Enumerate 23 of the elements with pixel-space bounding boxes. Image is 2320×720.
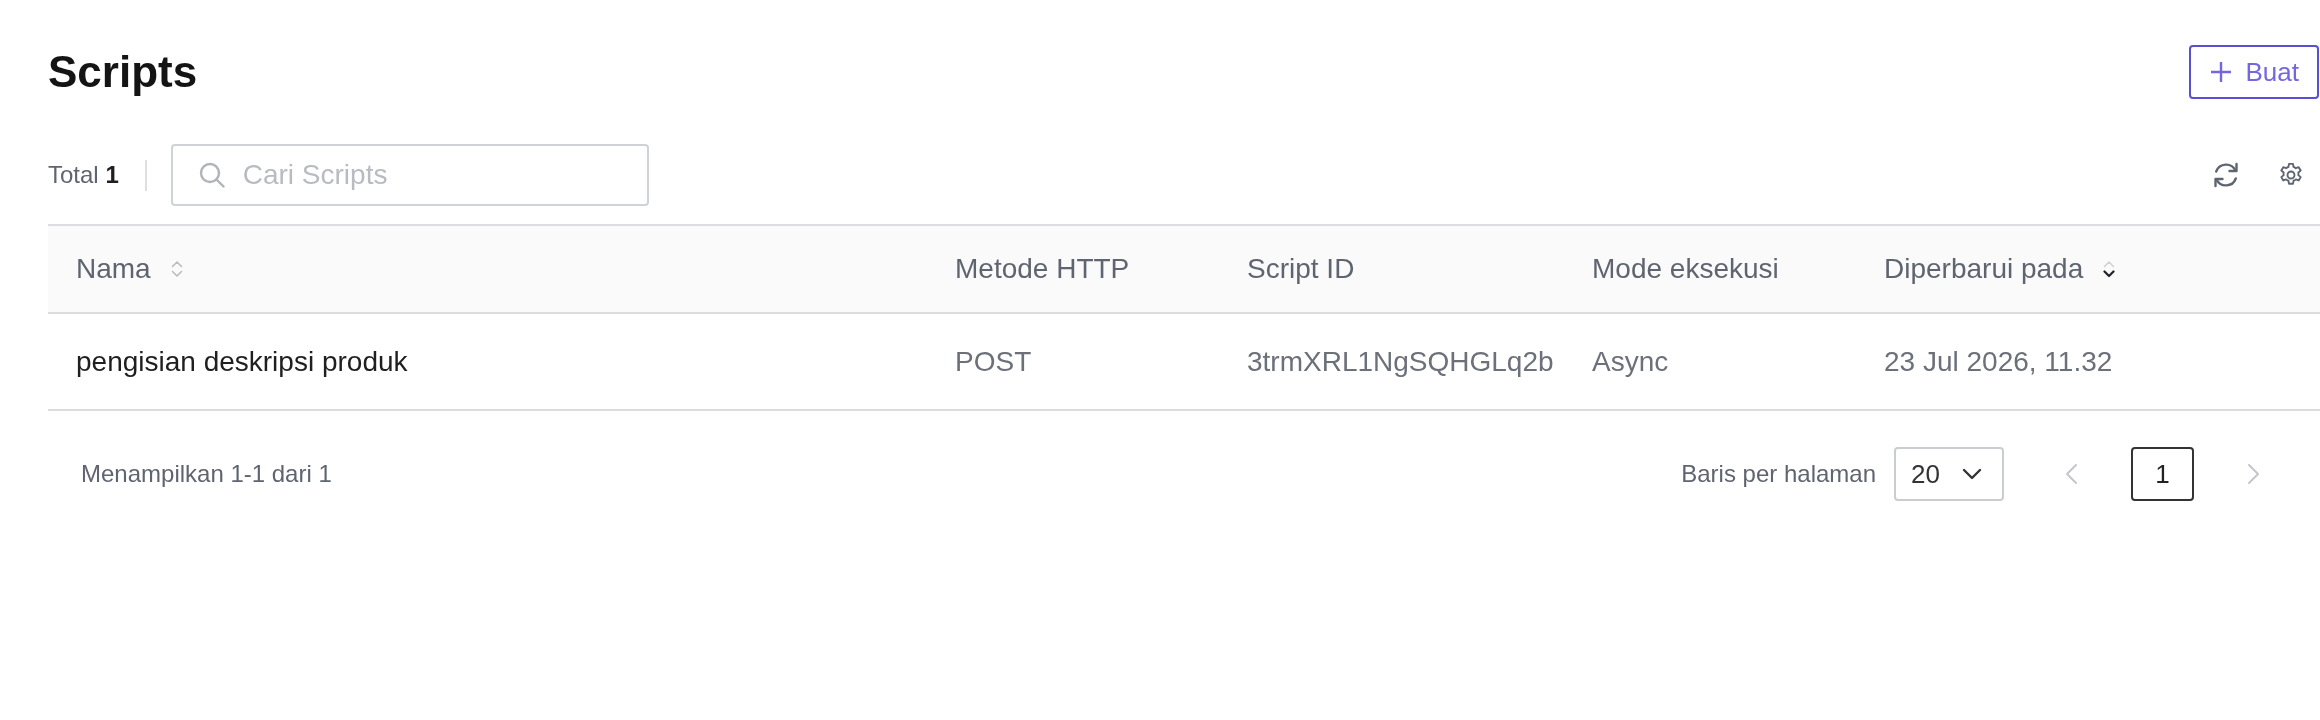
table-cell: pengisian deskripsi produk xyxy=(76,345,408,377)
search-field[interactable]: Cari Scripts xyxy=(170,144,649,206)
search-icon xyxy=(198,162,225,188)
table-cell: POST xyxy=(955,345,1032,377)
pagination-summary: Menampilkan 1-1 dari 1 xyxy=(81,459,332,489)
column-header: Mode eksekusi xyxy=(1592,252,1779,286)
table-cell: Async xyxy=(1592,345,1669,377)
plus-icon xyxy=(2209,61,2232,83)
rows-per-page-label: Baris per halaman xyxy=(1681,459,1876,489)
column-header: Metode HTTP xyxy=(955,252,1130,286)
rows-per-page-select[interactable]: 20 xyxy=(1894,447,2004,501)
column-header[interactable]: Diperbarui pada xyxy=(1884,248,2116,290)
create-button[interactable]: Buat xyxy=(2188,45,2319,99)
sort-icon[interactable] xyxy=(2103,260,2116,278)
page-title: Scripts xyxy=(48,46,198,98)
total-count: Total 1 xyxy=(48,160,119,190)
column-header: Script ID xyxy=(1247,252,1355,286)
chevron-down-icon xyxy=(1962,468,1982,480)
table-cell: 23 Jul 2026, 11.32 xyxy=(1884,345,2113,377)
refresh-icon[interactable] xyxy=(2212,161,2240,189)
table-cell: 3trmXRL1NgSQHGLq2b xyxy=(1247,345,1554,377)
page-button[interactable]: 1 xyxy=(2131,447,2194,501)
column-header[interactable]: Nama xyxy=(76,248,183,290)
